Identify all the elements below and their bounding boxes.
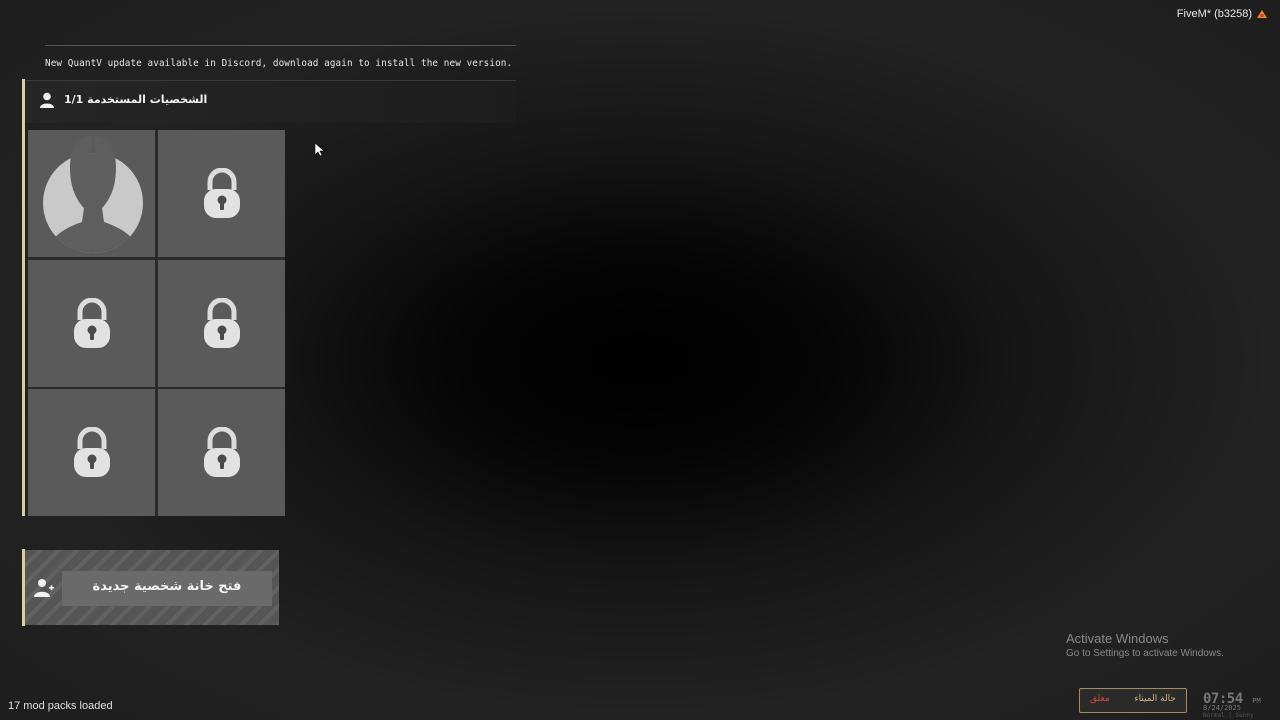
character-slots-grid	[28, 130, 285, 516]
activate-windows-hint: Go to Settings to activate Windows.	[1066, 648, 1224, 659]
avatar	[43, 136, 143, 253]
app-title-bar: FiveM* (b3258)	[1177, 8, 1268, 20]
character-slot-1[interactable]	[28, 130, 155, 257]
hud-date: 8/24/2025	[1203, 704, 1241, 712]
character-slot-2[interactable]	[158, 130, 285, 257]
character-slot-3[interactable]	[28, 260, 155, 387]
app-title: FiveM* (b3258)	[1176, 8, 1252, 20]
character-slot-6[interactable]	[158, 389, 285, 516]
character-slot-4[interactable]	[158, 260, 285, 387]
port-status-badge: مغلق حالة الميناء	[1079, 688, 1187, 713]
port-status-label: حالة الميناء	[1134, 694, 1176, 704]
open-new-slot-label-box[interactable]: فتح خانة شخصية جديدة	[62, 571, 272, 606]
lock-icon	[73, 297, 110, 348]
panel-accent-line	[22, 79, 25, 516]
hud-weather: Normal | Sunny	[1203, 712, 1254, 719]
activate-windows-watermark: Activate Windows Go to Settings to activ…	[1066, 631, 1224, 659]
hud-ampm: PM	[1252, 697, 1261, 705]
lock-icon	[203, 426, 240, 477]
character-slot-5[interactable]	[28, 389, 155, 516]
lock-icon	[73, 426, 110, 477]
lock-icon	[203, 167, 240, 218]
update-notice: New QuantV update available in Discord, …	[45, 45, 516, 69]
port-status-value: مغلق	[1090, 694, 1110, 704]
open-new-slot-button[interactable]: فتح خانة شخصية جديدة	[25, 550, 279, 625]
lock-icon	[203, 297, 240, 348]
activate-windows-title: Activate Windows	[1066, 631, 1169, 646]
mouse-cursor-icon	[315, 143, 325, 157]
user-icon	[40, 92, 54, 108]
add-user-icon	[34, 579, 54, 597]
open-new-slot-label: فتح خانة شخصية جديدة	[92, 579, 242, 594]
characters-header-title: الشخصيات المستخدمة 1/1	[64, 93, 208, 106]
mod-packs-status: 17 mod packs loaded	[8, 700, 113, 712]
fivem-icon	[1257, 10, 1267, 18]
hud-clock: 07:54 PM 8/24/2025 Normal | Sunny	[1203, 688, 1261, 719]
update-notice-text: New QuantV update available in Discord, …	[45, 58, 513, 69]
